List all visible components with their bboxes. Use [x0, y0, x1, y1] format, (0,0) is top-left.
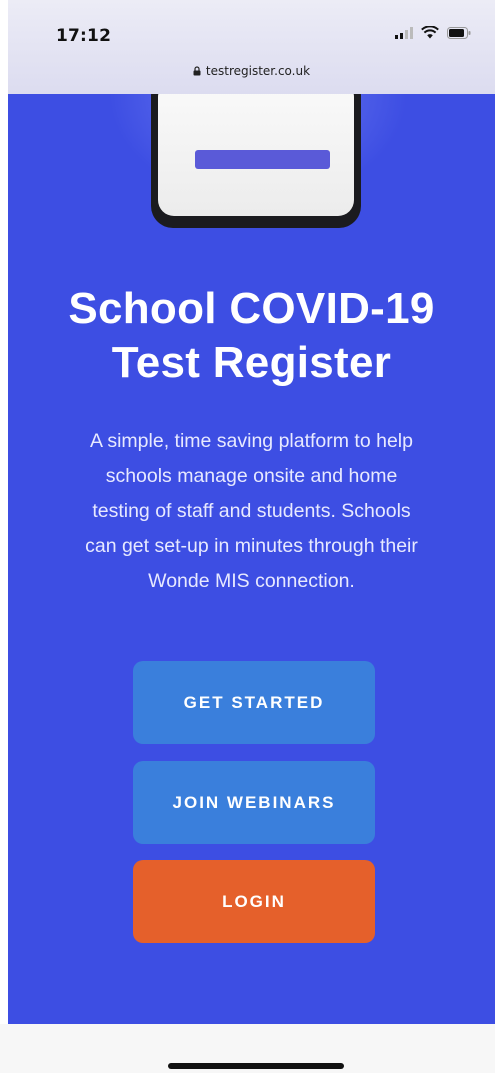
battery-icon — [447, 26, 471, 39]
phone-illustration-button — [195, 150, 330, 169]
url-text: testregister.co.uk — [205, 64, 311, 78]
phone-illustration — [151, 94, 361, 228]
get-started-button[interactable]: GET STARTED — [133, 661, 375, 744]
description-line: Wonde MIS connection. — [148, 570, 355, 592]
page-title: School COVID-19 Test Register — [8, 282, 495, 390]
home-indicator[interactable] — [168, 1063, 344, 1069]
login-button[interactable]: LOGIN — [133, 860, 375, 943]
hero-description: A simple, time saving platform to help s… — [28, 424, 475, 599]
description-line: schools manage onsite and home — [105, 465, 398, 487]
phone-viewport: 17:12 testregister.co.uk School COVID-19… — [0, 0, 495, 1073]
status-icons — [395, 26, 471, 39]
description-line: testing of staff and students. Schools — [92, 500, 411, 522]
phone-illustration-screen — [158, 94, 354, 216]
description-line: can get set-up in minutes through their — [85, 535, 418, 557]
description-line: A simple, time saving platform to help — [90, 430, 413, 452]
page-title-line-2: Test Register — [111, 338, 392, 387]
cellular-signal-icon — [395, 26, 413, 39]
page-title-line-1: School COVID-19 — [68, 284, 435, 333]
wifi-icon — [421, 26, 439, 39]
hero-section: School COVID-19 Test Register A simple, … — [8, 94, 495, 1024]
join-webinars-button[interactable]: JOIN WEBINARS — [133, 761, 375, 844]
lock-icon — [193, 66, 201, 76]
status-time: 17:12 — [56, 26, 112, 46]
bottom-bar — [0, 1024, 495, 1073]
browser-chrome: 17:12 testregister.co.uk — [8, 0, 495, 94]
address-bar[interactable]: testregister.co.uk — [8, 64, 495, 78]
